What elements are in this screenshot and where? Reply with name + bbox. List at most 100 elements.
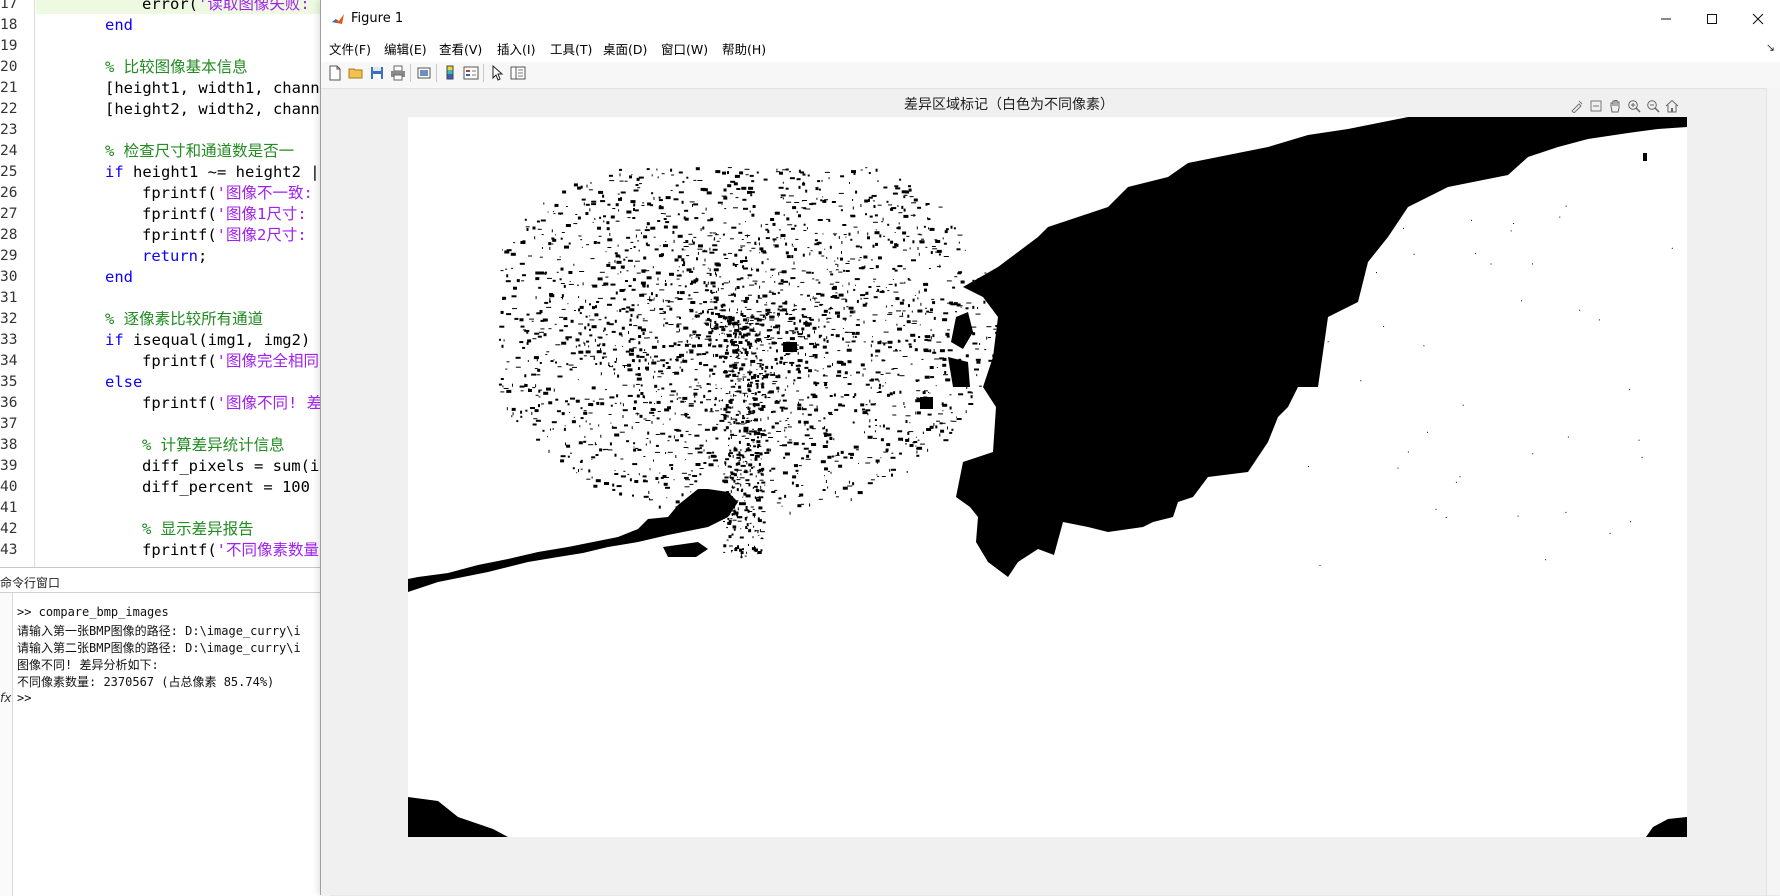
code-token: '图像不一致:	[216, 184, 313, 202]
code-text: end	[105, 267, 133, 288]
close-button[interactable]	[1735, 0, 1780, 38]
line-number: 37	[0, 416, 18, 432]
code-text: fprintf('不同像素数量	[142, 540, 319, 561]
line-number: 25	[0, 164, 18, 180]
code-token: height1 ~= height2 ||	[123, 163, 329, 181]
code-text: fprintf('图像完全相同	[142, 351, 319, 372]
code-token: fprintf(	[142, 394, 217, 412]
legend-icon[interactable]	[461, 63, 481, 83]
line-number: 26	[0, 185, 18, 201]
code-token: end	[105, 16, 133, 34]
figure-title: Figure 1	[351, 11, 404, 26]
fx-icon[interactable]: fx	[0, 691, 11, 705]
code-token: return	[142, 247, 198, 265]
code-token: [height1, width1, channe	[105, 79, 329, 97]
command-window-gutter	[0, 593, 13, 896]
code-text: % 逐像素比较所有通道	[105, 309, 263, 330]
command-window[interactable]: 命令行窗口 fx >> compare_bmp_images 请输入第一张BMP…	[0, 567, 330, 896]
code-token: isequal(img1, img2)	[123, 331, 311, 349]
zoom-out-icon[interactable]	[1644, 97, 1662, 115]
matlab-logo-icon	[331, 11, 345, 30]
code-token: diff_pixels = sum(im	[142, 457, 329, 475]
code-editor[interactable]: 17 error('读取图像失败: 18 end 19 20 % 比较图像基本信息 21 [he…	[0, 0, 330, 567]
menu-edit[interactable]: 编辑(E)	[384, 39, 427, 58]
command-line: >> compare_bmp_images	[17, 605, 169, 619]
line-number: 38	[0, 437, 18, 453]
colorbar-icon[interactable]	[440, 63, 460, 83]
code-token: ;	[198, 247, 208, 265]
code-token: '读取图像失败:	[198, 0, 310, 13]
code-token: '图像完全相同	[216, 352, 319, 370]
save-icon[interactable]	[367, 63, 387, 83]
editor-gutter-divider	[34, 0, 35, 567]
print-icon[interactable]	[388, 63, 408, 83]
code-text: error('读取图像失败:	[142, 0, 310, 15]
minimize-button[interactable]	[1643, 0, 1689, 38]
data-tip-icon[interactable]	[1568, 97, 1586, 115]
code-text: if height1 ~= height2 ||	[105, 162, 329, 183]
link-plot-icon[interactable]	[414, 63, 434, 83]
line-number: 17	[0, 0, 18, 12]
code-token: '图像不同! 差	[216, 394, 323, 412]
code-token: fprintf(	[142, 205, 217, 223]
pan-hand-icon[interactable]	[1606, 97, 1624, 115]
menu-help[interactable]: 帮助(H)	[722, 39, 766, 58]
difference-mask-graphic	[408, 117, 1687, 837]
code-token: fprintf(	[142, 184, 217, 202]
code-text: % 计算差异统计信息	[142, 435, 285, 456]
code-token: % 逐像素比较所有通道	[105, 310, 264, 328]
code-token: error(	[142, 0, 198, 13]
menu-desktop[interactable]: 桌面(D)	[603, 39, 647, 58]
code-text: diff_pixels = sum(im	[142, 456, 329, 477]
command-line: 不同像素数量: 2370567 (占总像素 85.74%)	[17, 675, 275, 689]
figure-title-bar[interactable]: Figure 1	[321, 0, 1780, 38]
line-number: 39	[0, 458, 18, 474]
menu-tools[interactable]: 工具(T)	[550, 39, 592, 58]
toolbar-separator	[436, 64, 437, 82]
code-token: % 显示差异报告	[142, 520, 254, 538]
command-line: 图像不同! 差异分析如下:	[17, 658, 159, 672]
menu-window[interactable]: 窗口(W)	[661, 39, 708, 58]
line-number: 30	[0, 269, 18, 285]
line-number: 28	[0, 227, 18, 243]
line-number: 43	[0, 542, 18, 558]
command-window-title-divider	[0, 592, 330, 593]
menu-insert[interactable]: 插入(I)	[497, 39, 535, 58]
open-file-icon[interactable]	[346, 63, 366, 83]
menu-overflow-icon[interactable]: ↘	[1766, 41, 1775, 54]
menu-view[interactable]: 查看(V)	[439, 39, 482, 58]
line-number: 22	[0, 101, 18, 117]
code-text: fprintf('图像2尺寸:	[142, 225, 307, 246]
code-text: [height2, width2, channe	[105, 99, 329, 120]
maximize-button[interactable]	[1689, 0, 1735, 38]
brush-icon[interactable]	[1587, 97, 1605, 115]
line-number: 40	[0, 479, 18, 495]
new-figure-icon[interactable]	[325, 63, 345, 83]
code-token: if	[105, 331, 124, 349]
line-number: 36	[0, 395, 18, 411]
code-token: else	[105, 373, 143, 391]
property-inspector-icon[interactable]	[508, 63, 528, 83]
home-icon[interactable]	[1663, 97, 1681, 115]
code-token: [height2, width2, channe	[105, 100, 329, 118]
figure-toolbar	[321, 62, 1780, 89]
menu-file[interactable]: 文件(F)	[329, 39, 371, 58]
line-number: 32	[0, 311, 18, 327]
code-text: [height1, width1, channe	[105, 78, 329, 99]
line-number: 24	[0, 143, 18, 159]
zoom-in-icon[interactable]	[1625, 97, 1643, 115]
code-token: '不同像素数量	[216, 541, 319, 559]
figure-window[interactable]: Figure 1 文件(F) 编辑(E) 查看(V) 插入(I) 工具(T) 桌…	[320, 0, 1780, 895]
code-text: % 比较图像基本信息	[105, 57, 248, 78]
code-token: end	[105, 268, 133, 286]
command-line: 请输入第二张BMP图像的路径: D:\image_curry\i	[17, 641, 301, 655]
figure-right-edge	[1766, 88, 1780, 895]
command-prompt[interactable]: >>	[17, 691, 31, 705]
toolbar-separator	[483, 64, 484, 82]
select-pointer-icon[interactable]	[487, 63, 507, 83]
difference-mask-image[interactable]	[408, 117, 1687, 837]
code-token: % 计算差异统计信息	[142, 436, 285, 454]
code-text: fprintf('图像不一致:	[142, 183, 313, 204]
line-number: 42	[0, 521, 18, 537]
line-number: 21	[0, 80, 18, 96]
